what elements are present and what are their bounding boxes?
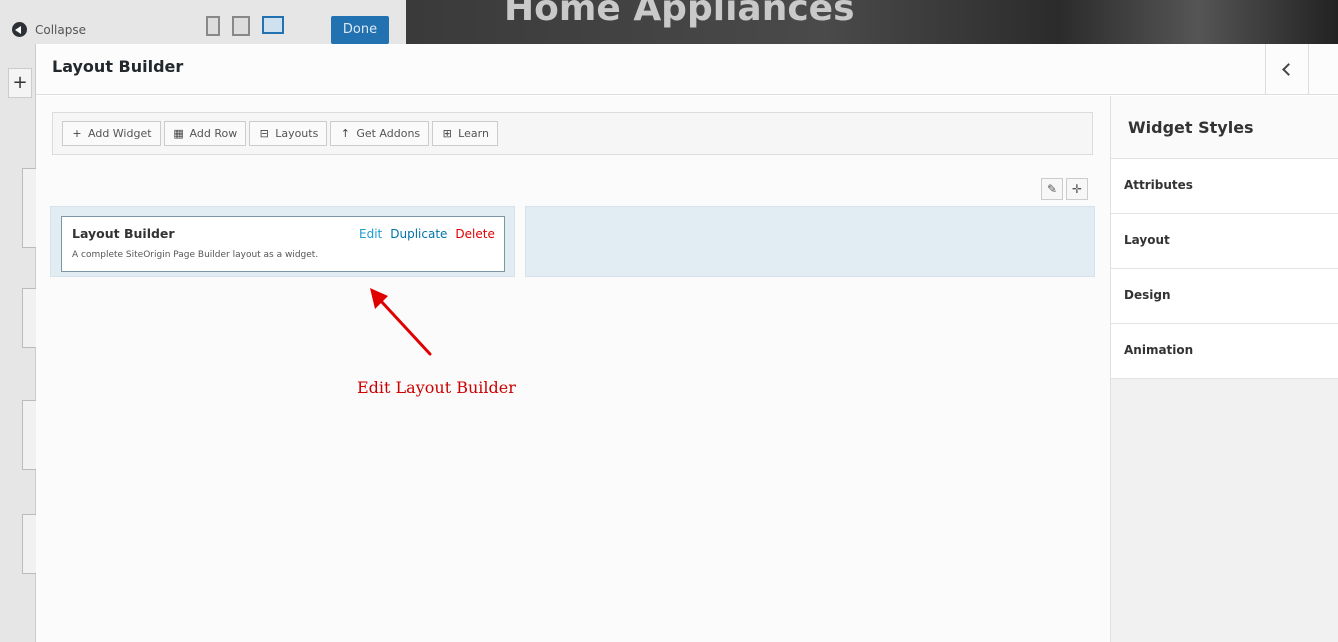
wrench-icon: ✎	[1046, 182, 1058, 196]
done-button[interactable]: Done	[331, 16, 389, 44]
collapse-panel-button[interactable]	[1265, 44, 1309, 95]
collapse-label: Collapse	[35, 22, 86, 37]
section-placeholder	[22, 514, 36, 574]
widget-description: A complete SiteOrigin Page Builder layou…	[72, 250, 319, 260]
learn-label: Learn	[458, 127, 489, 140]
section-placeholder	[22, 168, 36, 248]
builder-canvas: + Add Widget ▦ Add Row ⊟ Layouts ↑ Get A…	[36, 96, 1110, 642]
move-icon: ✛	[1071, 182, 1083, 196]
row-move-button[interactable]: ✛	[1066, 178, 1088, 200]
builder-toolbar: + Add Widget ▦ Add Row ⊟ Layouts ↑ Get A…	[52, 112, 1093, 155]
layouts-icon: ⊟	[259, 127, 269, 140]
customizer-topbar: Collapse Done Home Appliances	[0, 0, 1338, 44]
widget-styles-title: Widget Styles	[1111, 96, 1338, 159]
section-placeholder	[22, 400, 36, 470]
layout-builder-modal: Layout Builder + Add Widget ▦ Add Row ⊟ …	[36, 44, 1338, 642]
mobile-preview-icon[interactable]	[206, 16, 220, 36]
desktop-preview-icon[interactable]	[262, 16, 284, 34]
delete-widget-link[interactable]: Delete	[455, 227, 494, 241]
hero-banner: Home Appliances	[406, 0, 1338, 44]
get-addons-label: Get Addons	[356, 127, 421, 140]
add-row-label: Add Row	[189, 127, 238, 140]
layouts-button[interactable]: ⊟ Layouts	[249, 121, 328, 146]
chevron-left-icon	[1282, 63, 1295, 76]
annotation-arrow	[370, 288, 432, 356]
add-row-button[interactable]: ▦ Add Row	[163, 121, 247, 146]
duplicate-widget-link[interactable]: Duplicate	[390, 227, 447, 241]
layouts-label: Layouts	[275, 127, 319, 140]
row-settings-button[interactable]: ✎	[1041, 178, 1063, 200]
add-widget-button[interactable]: + Add Widget	[62, 121, 161, 146]
film-icon: ⊞	[442, 127, 452, 140]
layout-builder-widget[interactable]: Layout Builder Edit Duplicate Delete A c…	[61, 216, 505, 272]
row-tools: ✎ ✛	[1041, 178, 1088, 200]
modal-header: Layout Builder	[36, 44, 1338, 95]
section-animation[interactable]: Animation	[1111, 324, 1338, 379]
collapse-icon	[12, 22, 27, 37]
get-addons-button[interactable]: ↑ Get Addons	[330, 121, 430, 146]
row-cell-2[interactable]	[525, 206, 1095, 277]
collapse-button[interactable]: Collapse	[12, 22, 86, 37]
add-section-button[interactable]: +	[8, 68, 32, 98]
annotation-label: Edit Layout Builder	[357, 378, 516, 397]
device-preview-toggles	[206, 16, 284, 36]
grid-icon: ▦	[173, 127, 184, 140]
plus-icon: +	[72, 127, 82, 140]
widget-styles-panel: Widget Styles Attributes Layout Design A…	[1110, 96, 1338, 642]
learn-button[interactable]: ⊞ Learn	[432, 121, 498, 146]
widget-title: Layout Builder	[72, 226, 175, 241]
section-attributes[interactable]: Attributes	[1111, 159, 1338, 214]
arrow-up-icon: ↑	[340, 127, 350, 140]
modal-title: Layout Builder	[52, 57, 184, 76]
tablet-preview-icon[interactable]	[232, 16, 250, 36]
widget-actions: Edit Duplicate Delete	[359, 227, 495, 241]
hero-title: Home Appliances	[504, 0, 855, 29]
section-design[interactable]: Design	[1111, 269, 1338, 324]
section-layout[interactable]: Layout	[1111, 214, 1338, 269]
edit-widget-link[interactable]: Edit	[359, 227, 382, 241]
row-cell-1[interactable]: Layout Builder Edit Duplicate Delete A c…	[50, 206, 515, 277]
customizer-sidebar-strip: +	[0, 44, 36, 642]
section-placeholder	[22, 288, 36, 348]
add-widget-label: Add Widget	[88, 127, 152, 140]
